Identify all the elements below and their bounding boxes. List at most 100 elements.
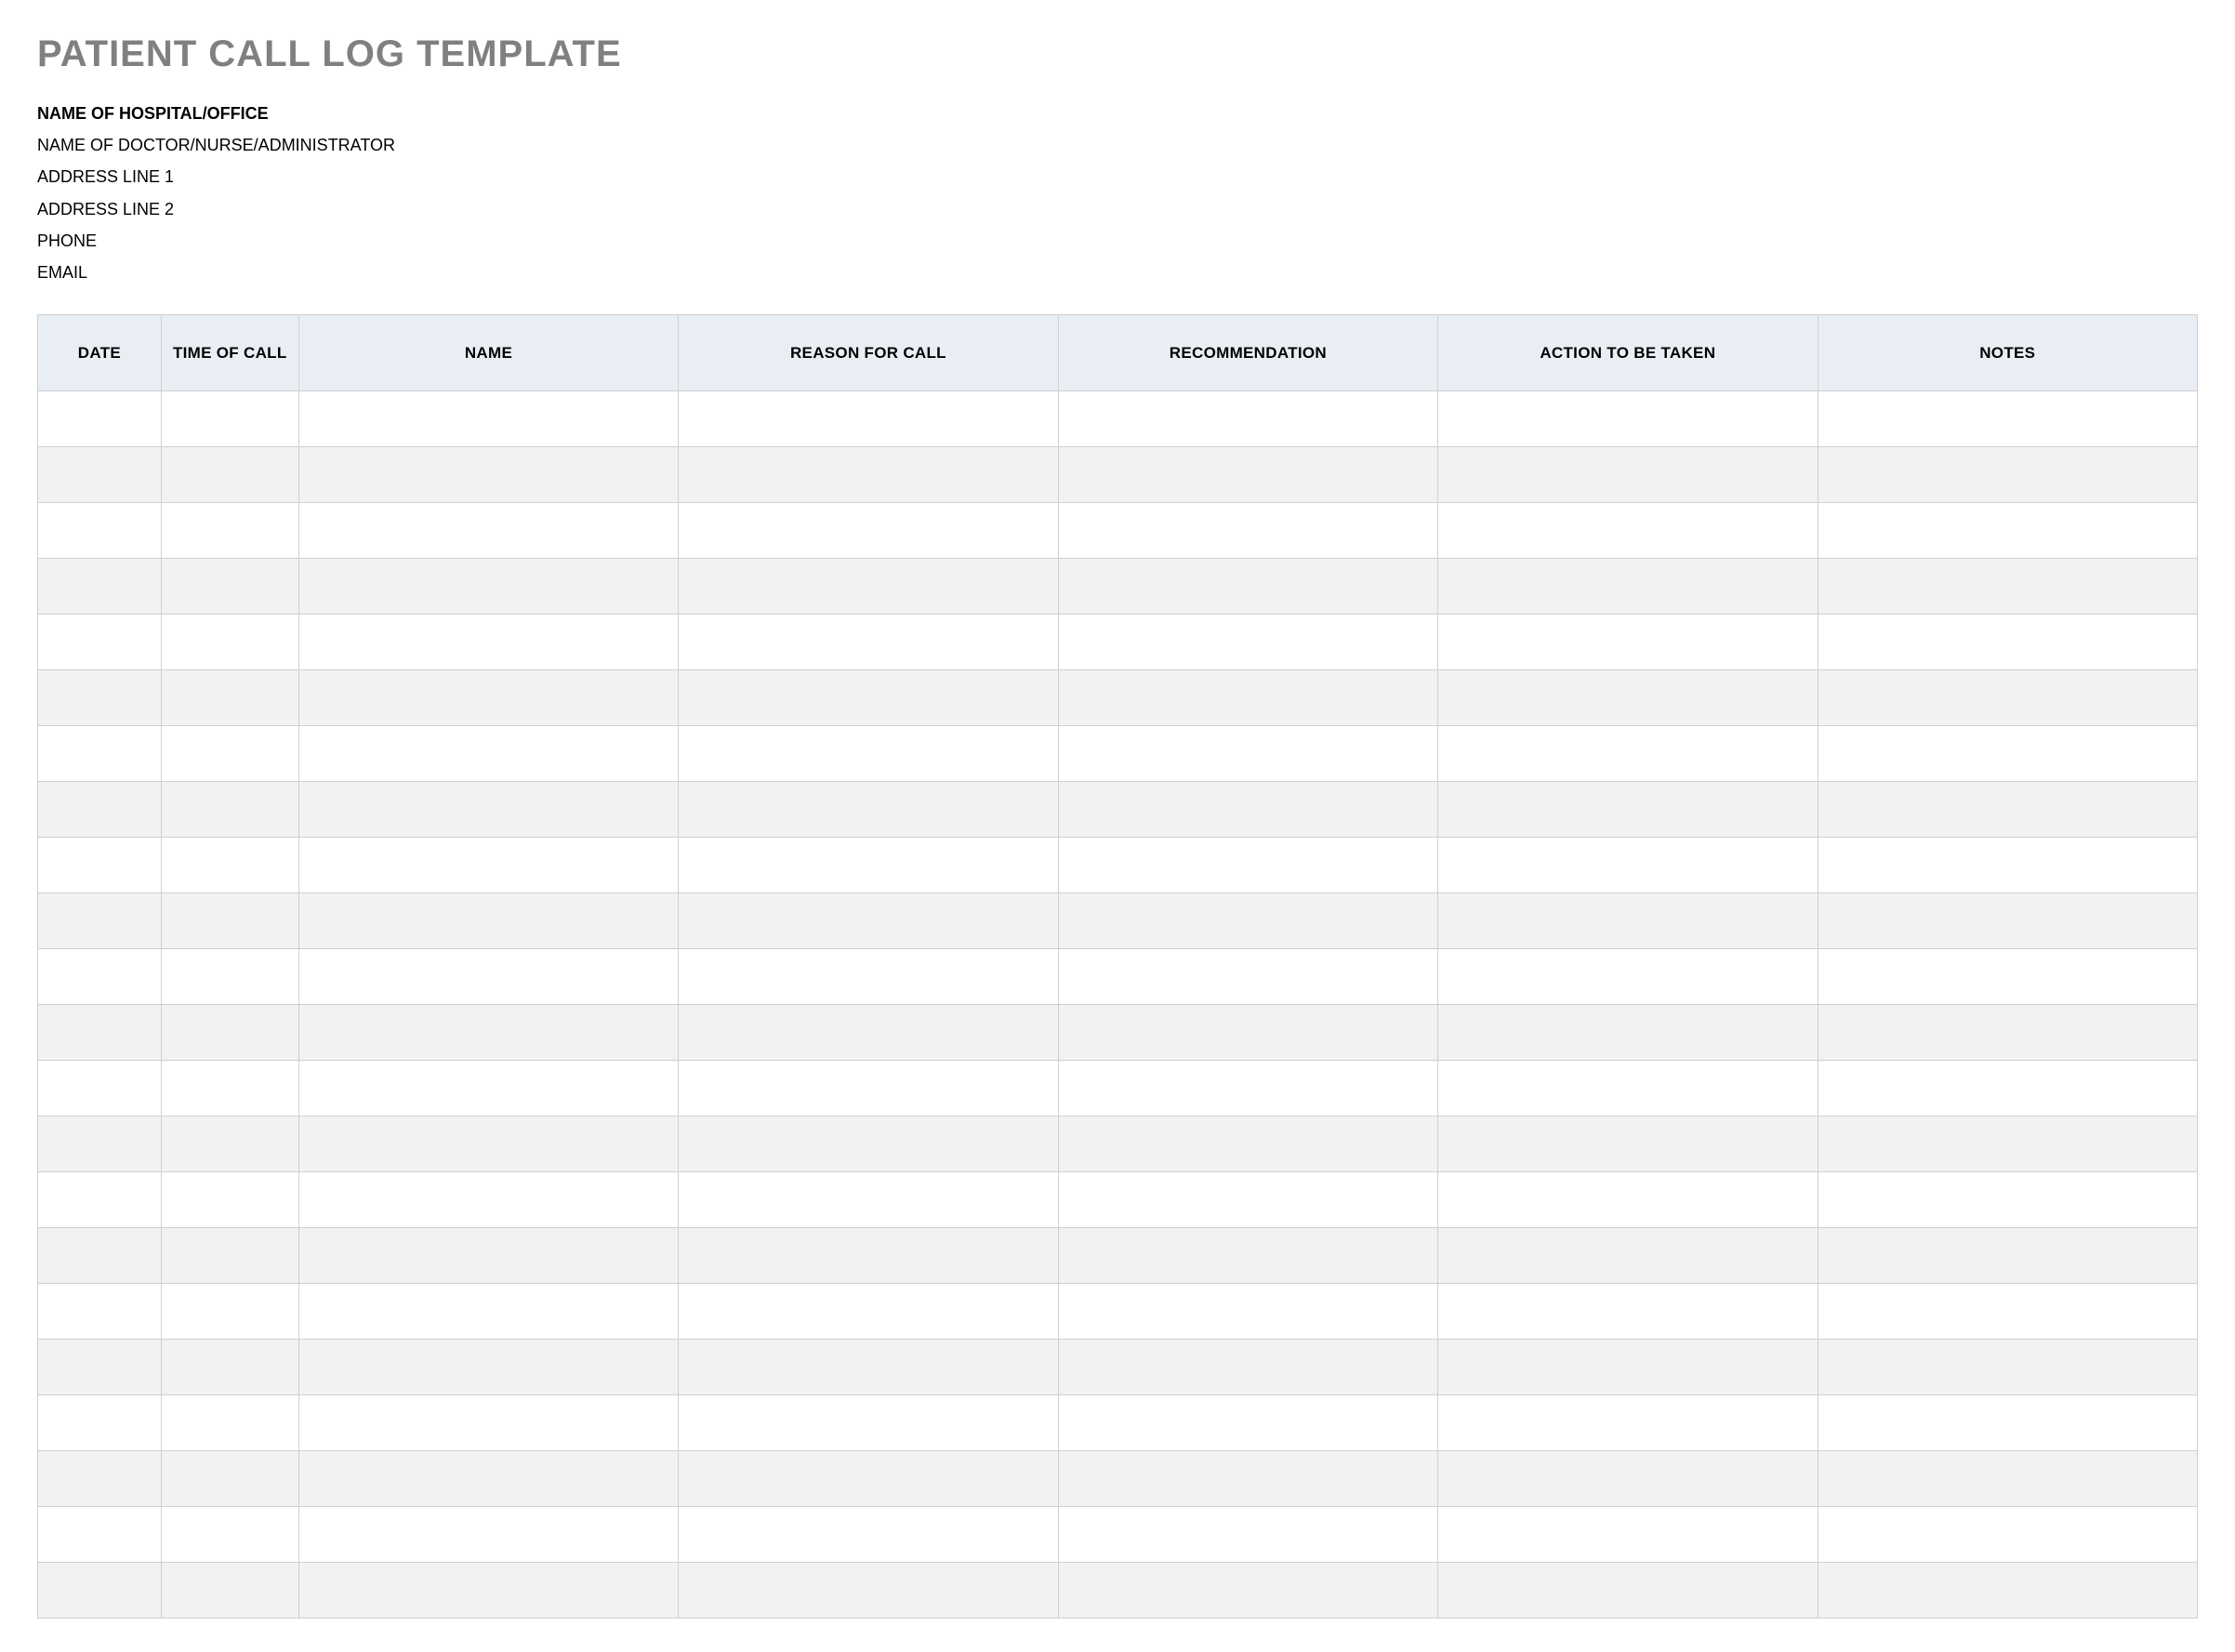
table-cell[interactable] (161, 559, 298, 615)
table-cell[interactable] (679, 1340, 1058, 1395)
table-cell[interactable] (1438, 391, 1818, 447)
table-cell[interactable] (1058, 1172, 1437, 1228)
table-cell[interactable] (1058, 726, 1437, 782)
table-cell[interactable] (161, 838, 298, 893)
table-cell[interactable] (161, 615, 298, 670)
table-cell[interactable] (38, 949, 162, 1005)
table-cell[interactable] (1818, 615, 2197, 670)
table-cell[interactable] (1438, 1005, 1818, 1061)
table-cell[interactable] (161, 447, 298, 503)
table-cell[interactable] (1058, 670, 1437, 726)
table-cell[interactable] (298, 1172, 678, 1228)
table-cell[interactable] (1058, 949, 1437, 1005)
table-cell[interactable] (298, 1451, 678, 1507)
table-cell[interactable] (1058, 1395, 1437, 1451)
table-cell[interactable] (1058, 838, 1437, 893)
table-cell[interactable] (1818, 1451, 2197, 1507)
table-cell[interactable] (679, 503, 1058, 559)
table-cell[interactable] (1438, 1451, 1818, 1507)
table-cell[interactable] (1058, 1451, 1437, 1507)
table-cell[interactable] (1818, 503, 2197, 559)
table-cell[interactable] (679, 447, 1058, 503)
table-cell[interactable] (161, 391, 298, 447)
table-cell[interactable] (298, 615, 678, 670)
table-cell[interactable] (1438, 726, 1818, 782)
table-cell[interactable] (1438, 447, 1818, 503)
table-cell[interactable] (38, 503, 162, 559)
table-cell[interactable] (1438, 782, 1818, 838)
table-cell[interactable] (298, 503, 678, 559)
table-cell[interactable] (38, 1395, 162, 1451)
table-cell[interactable] (1058, 503, 1437, 559)
table-cell[interactable] (298, 1395, 678, 1451)
table-cell[interactable] (1818, 391, 2197, 447)
table-cell[interactable] (1438, 949, 1818, 1005)
table-cell[interactable] (298, 782, 678, 838)
table-cell[interactable] (298, 1005, 678, 1061)
table-cell[interactable] (679, 782, 1058, 838)
table-cell[interactable] (161, 1284, 298, 1340)
table-cell[interactable] (38, 1340, 162, 1395)
table-cell[interactable] (161, 1340, 298, 1395)
table-cell[interactable] (679, 615, 1058, 670)
table-cell[interactable] (298, 893, 678, 949)
table-cell[interactable] (38, 1507, 162, 1563)
table-cell[interactable] (1818, 1228, 2197, 1284)
table-cell[interactable] (679, 893, 1058, 949)
table-cell[interactable] (298, 949, 678, 1005)
table-cell[interactable] (38, 1228, 162, 1284)
table-cell[interactable] (38, 1563, 162, 1619)
table-cell[interactable] (161, 503, 298, 559)
table-cell[interactable] (1818, 949, 2197, 1005)
table-cell[interactable] (298, 391, 678, 447)
table-cell[interactable] (1438, 1340, 1818, 1395)
table-cell[interactable] (1818, 1061, 2197, 1117)
table-cell[interactable] (1058, 615, 1437, 670)
table-cell[interactable] (679, 949, 1058, 1005)
table-cell[interactable] (38, 838, 162, 893)
table-cell[interactable] (1058, 893, 1437, 949)
table-cell[interactable] (1438, 1228, 1818, 1284)
table-cell[interactable] (1058, 782, 1437, 838)
table-cell[interactable] (298, 1284, 678, 1340)
table-cell[interactable] (1818, 782, 2197, 838)
table-cell[interactable] (1058, 1005, 1437, 1061)
table-cell[interactable] (38, 1284, 162, 1340)
table-cell[interactable] (161, 1005, 298, 1061)
table-cell[interactable] (679, 1172, 1058, 1228)
table-cell[interactable] (1818, 1117, 2197, 1172)
table-cell[interactable] (679, 838, 1058, 893)
table-cell[interactable] (298, 1061, 678, 1117)
table-cell[interactable] (1818, 670, 2197, 726)
table-cell[interactable] (1818, 559, 2197, 615)
table-cell[interactable] (298, 1228, 678, 1284)
table-cell[interactable] (679, 1228, 1058, 1284)
table-cell[interactable] (1438, 893, 1818, 949)
table-cell[interactable] (298, 447, 678, 503)
table-cell[interactable] (161, 726, 298, 782)
table-cell[interactable] (161, 782, 298, 838)
table-cell[interactable] (1058, 1507, 1437, 1563)
table-cell[interactable] (1818, 1563, 2197, 1619)
table-cell[interactable] (1438, 503, 1818, 559)
table-cell[interactable] (1818, 1507, 2197, 1563)
table-cell[interactable] (1438, 670, 1818, 726)
table-cell[interactable] (38, 615, 162, 670)
table-cell[interactable] (679, 1563, 1058, 1619)
table-cell[interactable] (1438, 1507, 1818, 1563)
table-cell[interactable] (161, 1451, 298, 1507)
table-cell[interactable] (38, 391, 162, 447)
table-cell[interactable] (1438, 838, 1818, 893)
table-cell[interactable] (38, 782, 162, 838)
table-cell[interactable] (679, 1451, 1058, 1507)
table-cell[interactable] (679, 1005, 1058, 1061)
table-cell[interactable] (1438, 1395, 1818, 1451)
table-cell[interactable] (679, 670, 1058, 726)
table-cell[interactable] (38, 559, 162, 615)
table-cell[interactable] (1058, 559, 1437, 615)
table-cell[interactable] (298, 1563, 678, 1619)
table-cell[interactable] (161, 1172, 298, 1228)
table-cell[interactable] (679, 1061, 1058, 1117)
table-cell[interactable] (1058, 1228, 1437, 1284)
table-cell[interactable] (679, 1117, 1058, 1172)
